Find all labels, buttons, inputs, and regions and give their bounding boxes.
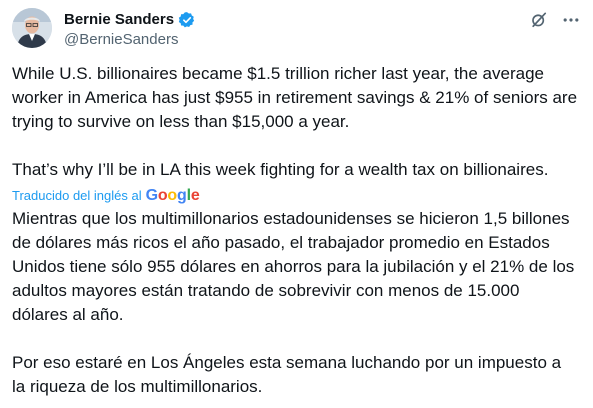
display-name[interactable]: Bernie Sanders bbox=[64, 10, 174, 30]
user-handle[interactable]: @BernieSanders bbox=[64, 30, 178, 50]
post-text-paragraph: While U.S. billionaires became $1.5 tril… bbox=[12, 64, 578, 131]
translation-attribution[interactable]: Traducido del inglés al Google bbox=[12, 187, 578, 205]
post-header: Bernie Sanders @BernieSanders bbox=[12, 8, 581, 52]
verified-badge-icon bbox=[178, 11, 196, 29]
avatar[interactable] bbox=[12, 8, 52, 48]
post-body: While U.S. billionaires became $1.5 tril… bbox=[12, 62, 578, 399]
translation-label[interactable]: Traducido del inglés al bbox=[12, 187, 142, 205]
grok-icon[interactable] bbox=[529, 10, 549, 30]
more-icon[interactable] bbox=[561, 10, 581, 30]
post-actions bbox=[529, 10, 581, 30]
google-logo: Google bbox=[145, 187, 200, 204]
name-row: Bernie Sanders bbox=[64, 10, 196, 30]
translated-text-paragraph: Mientras que los multimillonarios estado… bbox=[12, 209, 575, 324]
post-text-paragraph: That’s why I’ll be in LA this week fight… bbox=[12, 160, 549, 179]
translated-text-paragraph: Por eso estaré en Los Ángeles esta seman… bbox=[12, 353, 562, 396]
